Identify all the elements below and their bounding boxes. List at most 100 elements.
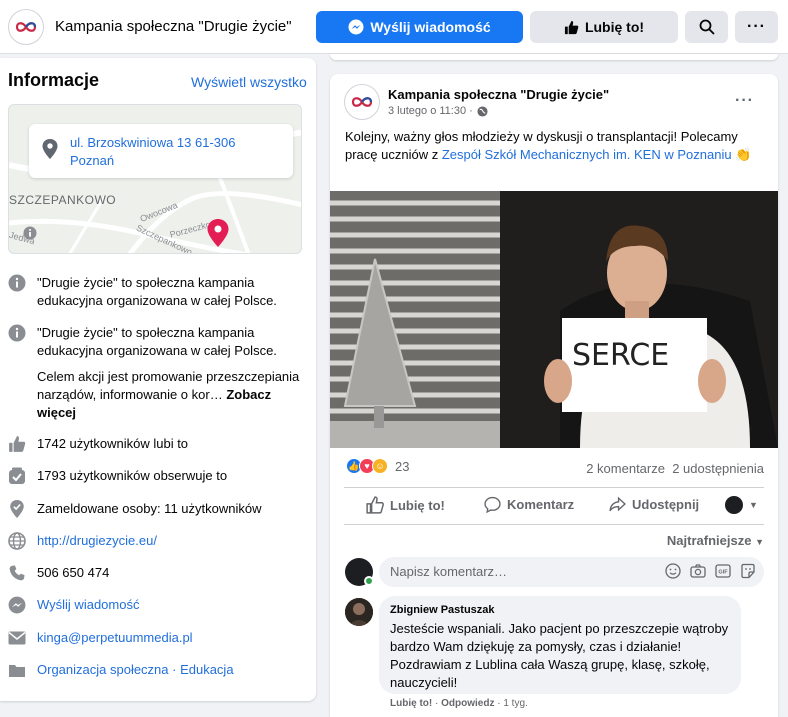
reactions-summary[interactable]: 👍 ♥ ☺ 23 xyxy=(346,458,409,474)
address-text[interactable]: ul. Brzoskwiniowa 13 61-306 Poznań xyxy=(70,134,260,170)
send-message-link[interactable]: Wyślij wiadomość xyxy=(37,596,139,614)
svg-text:GIF: GIF xyxy=(718,570,728,576)
comment-like-link[interactable]: Lubię to! xyxy=(390,698,432,709)
camera-icon[interactable] xyxy=(690,563,706,579)
school-link[interactable]: Zespół Szkół Mechanicznych im. KEN w Poz… xyxy=(442,147,732,162)
about-text: "Drugie życie" to społeczna kampania edu… xyxy=(37,325,277,358)
page-logo[interactable] xyxy=(8,9,44,45)
website-row: http://drugiezycie.eu/ xyxy=(8,532,308,550)
post-author-avatar[interactable] xyxy=(344,84,380,120)
chevron-down-icon: ▼ xyxy=(749,500,758,510)
like-post-button[interactable]: Lubię to! xyxy=(366,496,445,514)
comment-placeholder: Napisz komentarz… xyxy=(390,564,508,579)
info-icon xyxy=(8,274,26,292)
page-title[interactable]: Kampania społeczna "Drugie życie" xyxy=(55,18,292,35)
commenter-name[interactable]: Zbigniew Pastuszak xyxy=(390,602,730,618)
about-description: Celem akcji jest promowanie przeszczepia… xyxy=(37,368,308,422)
page-header-bar: Kampania społeczna "Drugie życie" Wyślij… xyxy=(0,0,788,54)
ellipsis-icon: ··· xyxy=(747,18,766,35)
info-icon xyxy=(8,324,26,342)
followers-row: 1793 użytkowników obserwuje to xyxy=(8,467,308,485)
thumbs-up-icon xyxy=(564,20,579,34)
gif-icon[interactable]: GIF xyxy=(715,563,731,579)
comment-icon xyxy=(484,496,501,513)
post-author-name[interactable]: Kampania społeczna "Drugie życie" xyxy=(388,87,609,102)
clap-emoji: 👏 xyxy=(731,147,752,162)
send-message-button[interactable]: Wyślij wiadomość xyxy=(316,11,523,43)
comment-sort-dropdown[interactable]: Najtrafniejsze ▼ xyxy=(667,533,764,548)
info-title: Informacje xyxy=(8,70,100,90)
post-as-selector[interactable]: ▼ xyxy=(725,496,758,514)
post-timestamp[interactable]: 3 lutego o 11:30 · xyxy=(388,105,488,117)
checkins-row: Zameldowane osoby: 11 użytkowników xyxy=(8,500,308,518)
category-icon xyxy=(8,661,26,679)
more-options-button[interactable]: ··· xyxy=(735,11,778,43)
like-page-button[interactable]: Lubię to! xyxy=(530,11,678,43)
search-button[interactable] xyxy=(685,11,728,43)
location-pin-icon xyxy=(42,139,58,159)
comment-actions: Lubię to! · Odpowiedz · 1 tyg. xyxy=(390,698,528,709)
comment-label: Komentarz xyxy=(507,497,575,512)
messenger-icon xyxy=(348,19,364,35)
search-icon xyxy=(699,19,714,35)
like-page-label: Lubię to! xyxy=(584,19,645,35)
globe-icon xyxy=(8,532,26,550)
phone-row: 506 650 474 xyxy=(8,564,308,582)
comment-button[interactable]: Komentarz xyxy=(484,496,574,513)
post-stats[interactable]: 2 komentarze 2 udostępnienia xyxy=(586,461,764,476)
followers-icon xyxy=(8,467,26,485)
share-button[interactable]: Udostępnij xyxy=(609,496,699,513)
phone-number[interactable]: 506 650 474 xyxy=(37,564,109,582)
phone-icon xyxy=(8,564,26,582)
post-options-button[interactable]: ··· xyxy=(735,92,754,110)
feed-post: Kampania społeczna "Drugie życie" 3 lute… xyxy=(330,74,778,717)
chevron-down-icon: ▼ xyxy=(755,537,764,547)
comment-bubble: Zbigniew Pastuszak Jesteście wspaniali. … xyxy=(379,596,741,694)
info-card: Informacje Wyświetl wszystko ul. Brzoskw… xyxy=(0,58,316,701)
about-text: "Drugie życie" to społeczna kampania edu… xyxy=(37,275,277,308)
envelope-icon xyxy=(8,629,26,647)
commenter-avatar[interactable] xyxy=(345,598,373,626)
feed-column: Kampania społeczna "Drugie życie" 3 lute… xyxy=(330,54,778,717)
location-map[interactable]: ul. Brzoskwiniowa 13 61-306 Poznań SZCZE… xyxy=(8,104,302,254)
email-link[interactable]: kinga@perpetuummedia.pl xyxy=(37,629,193,647)
share-icon xyxy=(609,496,626,512)
about-description-row: Celem akcji jest promowanie przeszczepia… xyxy=(8,368,308,422)
map-marker-icon xyxy=(207,219,229,247)
category-link[interactable]: Organizacja społeczna · Edukacja xyxy=(37,661,234,679)
post-action-bar: Lubię to! Komentarz Udostępnij ▼ xyxy=(344,487,764,525)
globe-icon xyxy=(477,105,488,117)
care-reaction-icon: ☺ xyxy=(372,458,388,474)
about-row: "Drugie życie" to społeczna kampania edu… xyxy=(8,274,308,310)
checkins-count: Zameldowane osoby: 11 użytkowników xyxy=(37,501,262,516)
like-label: Lubię to! xyxy=(390,497,445,513)
likes-count: 1742 użytkowników lubi to xyxy=(37,436,189,451)
map-district-label: SZCZEPANKOWO xyxy=(9,193,117,207)
share-label: Udostępnij xyxy=(632,497,700,512)
check-in-icon xyxy=(8,500,26,518)
map-info-icon[interactable] xyxy=(23,226,37,240)
see-all-link[interactable]: Wyświetl wszystko xyxy=(191,74,307,90)
previous-card-edge xyxy=(330,54,778,60)
category-row: Organizacja społeczna · Edukacja xyxy=(8,661,308,679)
post-text: Kolejny, ważny głos młodzieży w dyskusji… xyxy=(345,128,763,164)
reaction-count: 23 xyxy=(395,458,410,474)
comment-reply-link[interactable]: Odpowiedz xyxy=(441,698,494,709)
online-status-icon xyxy=(364,576,374,586)
about-row: "Drugie życie" to społeczna kampania edu… xyxy=(8,324,308,360)
photo-student-with-sign xyxy=(330,191,778,448)
sort-label: Najtrafniejsze xyxy=(666,533,752,548)
email-row: kinga@perpetuummedia.pl xyxy=(8,629,308,647)
address-card[interactable]: ul. Brzoskwiniowa 13 61-306 Poznań xyxy=(29,124,293,178)
comment-input-tools: GIF xyxy=(665,563,756,579)
followers-count: 1793 użytkowników obserwuje to xyxy=(37,468,228,483)
comment-time[interactable]: 1 tyg. xyxy=(503,698,527,709)
infinity-logo-icon xyxy=(15,22,37,32)
comment-text: Jesteście wspaniali. Jako pacjent po prz… xyxy=(390,621,729,690)
infinity-logo-icon xyxy=(351,97,373,107)
sticker-icon[interactable] xyxy=(740,563,756,579)
website-link[interactable]: http://drugiezycie.eu/ xyxy=(37,532,157,550)
post-photo[interactable]: SERCE xyxy=(330,191,778,448)
emoji-icon[interactable] xyxy=(665,563,681,579)
comment-input[interactable]: Napisz komentarz… GIF xyxy=(379,557,764,587)
